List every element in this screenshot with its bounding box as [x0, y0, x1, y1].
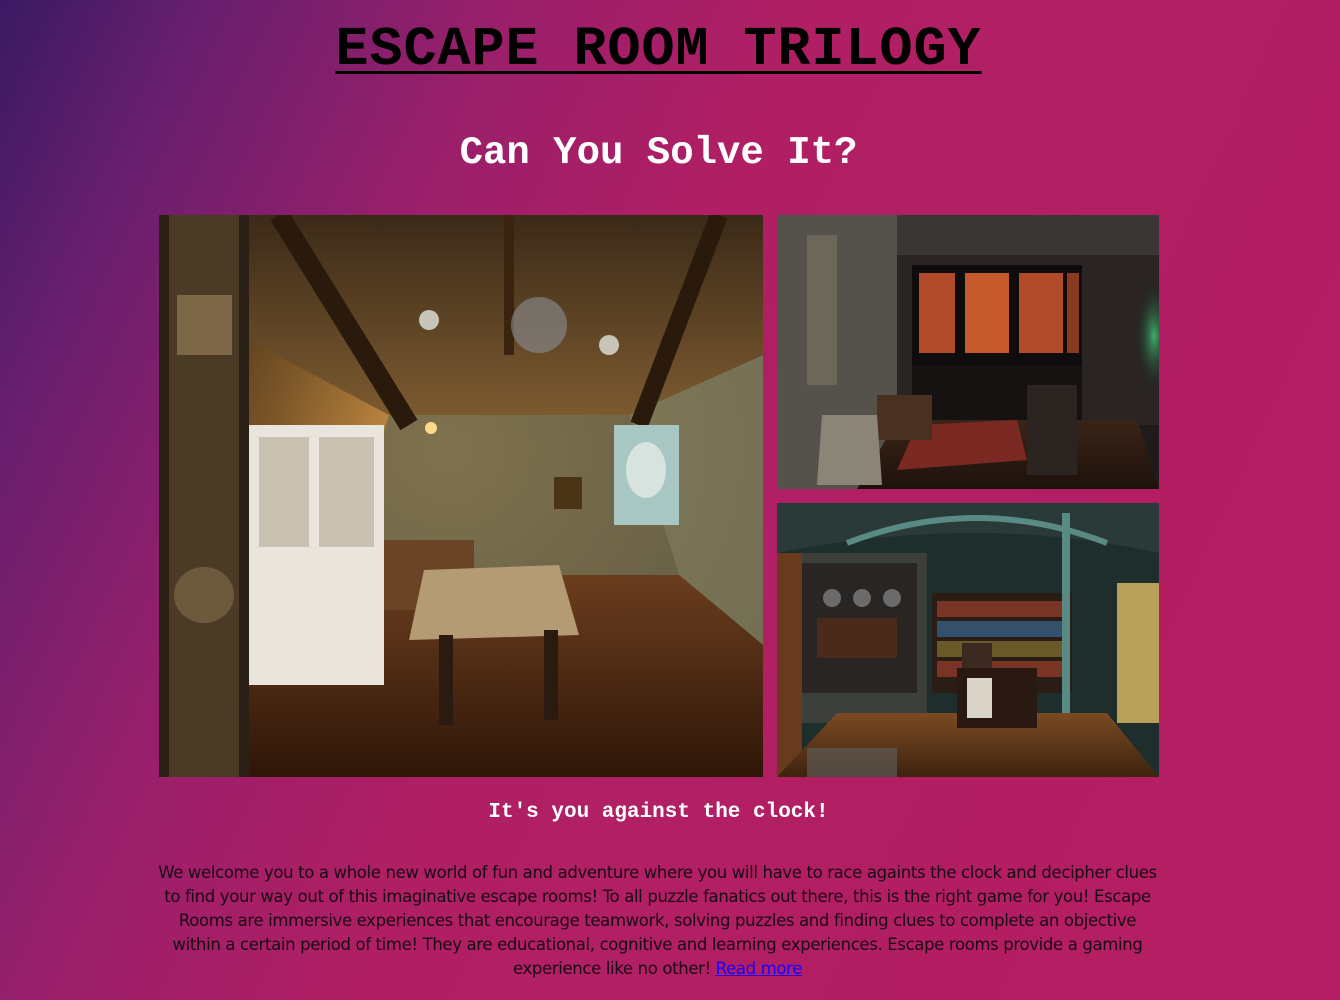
page-subtitle: Can You Solve It? [459, 131, 858, 175]
intro-text: We welcome you to a whole new world of f… [158, 863, 1157, 978]
site-title: ESCAPE ROOM TRILOGY [335, 18, 982, 81]
escape-room-photo-3 [777, 503, 1159, 777]
read-more-link[interactable]: Read more [716, 959, 803, 978]
tagline: It's you against the clock! [488, 801, 829, 824]
escape-room-photo-1 [159, 215, 763, 777]
escape-room-photo-2 [777, 215, 1159, 489]
intro-paragraph: We welcome you to a whole new world of f… [155, 861, 1160, 981]
